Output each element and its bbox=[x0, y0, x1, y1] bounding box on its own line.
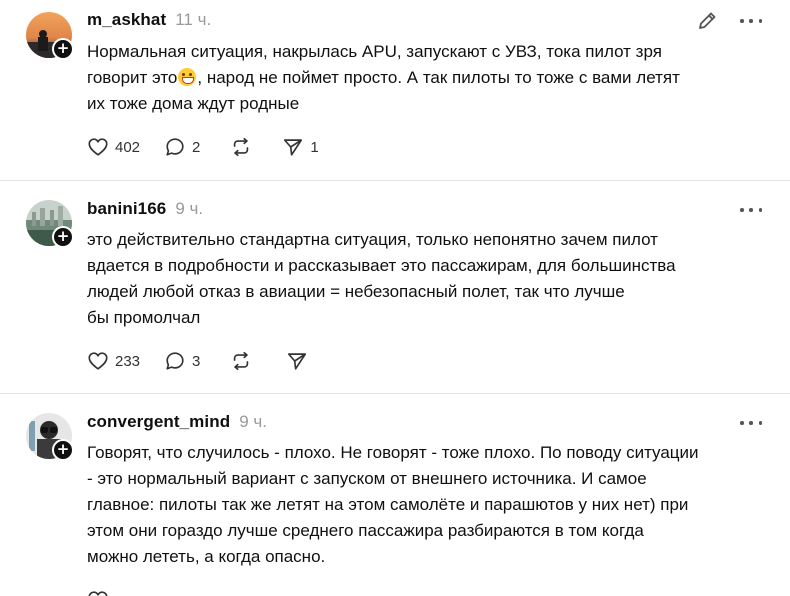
post-header: banini166 9 ч. bbox=[87, 199, 203, 221]
timestamp[interactable]: 9 ч. bbox=[239, 412, 267, 432]
post-item: + banini166 9 ч. это действительно станд… bbox=[0, 181, 790, 393]
heart-icon bbox=[88, 138, 108, 156]
username[interactable]: banini166 bbox=[87, 199, 166, 219]
comment-icon bbox=[166, 352, 184, 370]
like-button[interactable] bbox=[87, 589, 109, 596]
text-line: говорит это , народ не поймет просто. А т… bbox=[87, 65, 777, 91]
post-header: m_askhat 11 ч. bbox=[87, 10, 211, 32]
comment-icon bbox=[166, 138, 184, 156]
more-icon[interactable] bbox=[740, 10, 762, 32]
pencil-icon[interactable] bbox=[696, 10, 718, 32]
like-button[interactable]: 402 bbox=[87, 136, 140, 158]
follow-badge[interactable]: + bbox=[52, 226, 74, 248]
text-line: Нормальная ситуация, накрылась APU, запу… bbox=[87, 42, 662, 61]
action-bar bbox=[87, 587, 109, 596]
text-line: - это нормальный вариант с запуском от в… bbox=[87, 469, 647, 488]
send-icon bbox=[284, 139, 303, 156]
username[interactable]: convergent_mind bbox=[87, 412, 230, 432]
more-icon[interactable] bbox=[740, 199, 762, 221]
post-text: Нормальная ситуация, накрылась APU, запу… bbox=[87, 39, 777, 117]
like-button[interactable]: 233 bbox=[87, 350, 140, 372]
username[interactable]: m_askhat bbox=[87, 10, 166, 30]
text-line: это действительно стандартна ситуация, т… bbox=[87, 230, 658, 249]
post-item: + m_askhat 11 ч. Нормальная ситуация, на… bbox=[0, 0, 790, 180]
text-line: главное: пилоты так же летят на этом сам… bbox=[87, 495, 689, 514]
follow-badge[interactable]: + bbox=[52, 439, 74, 461]
repost-icon bbox=[234, 137, 249, 157]
repost-button[interactable] bbox=[230, 350, 252, 372]
reply-button[interactable]: 3 bbox=[164, 350, 200, 372]
reply-count: 2 bbox=[192, 138, 201, 156]
more-icon[interactable] bbox=[740, 412, 762, 434]
text-line: вдается в подробности и рассказывает это… bbox=[87, 256, 676, 275]
post-text: это действительно стандартна ситуация, т… bbox=[87, 227, 777, 331]
text-segment: говорит это bbox=[87, 68, 178, 87]
post-text: Говорят, что случилось - плохо. Не говор… bbox=[87, 440, 777, 570]
reply-button[interactable]: 2 bbox=[164, 136, 200, 158]
reply-count: 3 bbox=[192, 352, 201, 370]
post-header: convergent_mind 9 ч. bbox=[87, 412, 267, 434]
share-count: 1 bbox=[310, 138, 319, 156]
repost-button[interactable] bbox=[230, 136, 252, 158]
text-line: людей любой отказ в авиации = небезопасн… bbox=[87, 282, 625, 301]
heart-icon bbox=[88, 591, 108, 596]
like-count: 233 bbox=[115, 352, 141, 370]
text-line: этом они гораздо лучше среднего пассажир… bbox=[87, 521, 644, 540]
grinning-emoji-icon bbox=[178, 68, 197, 86]
follow-badge[interactable]: + bbox=[52, 38, 74, 60]
repost-icon bbox=[234, 351, 249, 371]
share-button[interactable] bbox=[286, 350, 308, 372]
like-count: 402 bbox=[115, 138, 141, 156]
text-line: Говорят, что случилось - плохо. Не говор… bbox=[87, 443, 699, 462]
share-button[interactable]: 1 bbox=[282, 136, 319, 158]
text-line: можно лететь, а когда опасно. bbox=[87, 547, 326, 566]
timestamp[interactable]: 9 ч. bbox=[175, 199, 203, 219]
timestamp[interactable]: 11 ч. bbox=[175, 10, 211, 30]
action-bar: 402 2 1 bbox=[87, 134, 319, 160]
text-line: бы промолчал bbox=[87, 308, 201, 327]
action-bar: 233 3 bbox=[87, 348, 308, 374]
text-segment: , народ не поймет просто. А так пилоты т… bbox=[197, 68, 680, 87]
text-line: их тоже дома ждут родные bbox=[87, 94, 300, 113]
post-item: + convergent_mind 9 ч. Говорят, что случ… bbox=[0, 394, 790, 596]
heart-icon bbox=[88, 352, 108, 370]
send-icon bbox=[288, 353, 307, 370]
